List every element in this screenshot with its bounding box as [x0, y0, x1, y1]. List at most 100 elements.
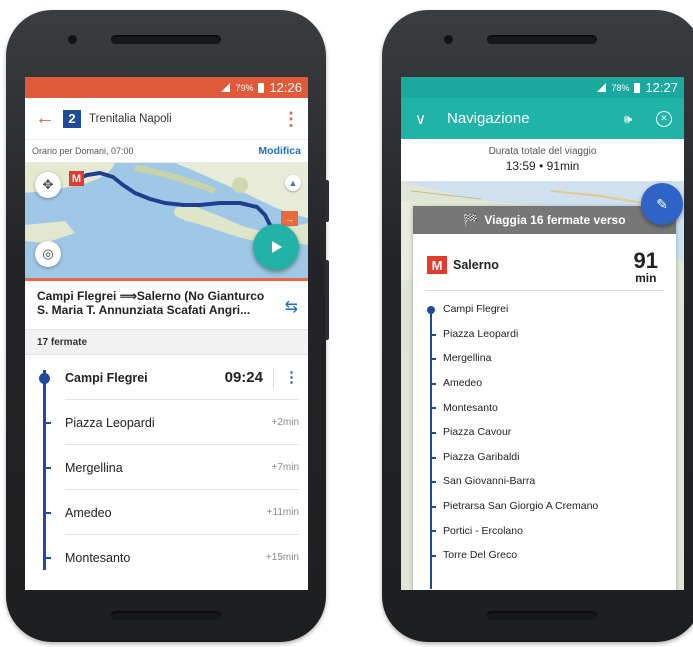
- remaining-minutes: 91 min: [633, 248, 658, 285]
- destination-name: Salerno: [453, 258, 499, 272]
- more-vert-icon[interactable]: ⋮: [284, 370, 299, 385]
- stop-name: Amedeo: [65, 505, 112, 520]
- stop-name: Piazza Leopardi: [65, 415, 155, 430]
- stop-name: San Giovanni-Barra: [443, 475, 536, 488]
- stop-offset: +11min: [266, 507, 299, 518]
- stop-tick: [45, 512, 51, 514]
- stop-tick: [431, 456, 436, 459]
- checkered-flag-icon: 🏁: [463, 213, 479, 227]
- departure-time: 09:24: [224, 369, 263, 386]
- stop-name: Portici - Ercolano: [443, 524, 523, 537]
- list-item: Piazza Cavour: [413, 420, 676, 445]
- stop-tick: [431, 431, 436, 434]
- status-time: 12:27: [645, 80, 678, 95]
- list-item: Montesanto: [413, 395, 676, 420]
- stops-count: 17 fermate: [25, 330, 308, 355]
- phone-right: 78% 12:27 ∨ Navigazione 🕪 ✕ Durata total…: [382, 10, 693, 642]
- stop-name: Montesanto: [65, 550, 131, 565]
- stop-name: Mergellina: [65, 460, 123, 475]
- trip-duration-label: Durata totale del viaggio: [488, 146, 597, 157]
- list-item[interactable]: Mergellina +7min: [25, 445, 308, 490]
- close-icon[interactable]: ✕: [656, 110, 672, 127]
- stop-name: Torre Del Greco: [443, 549, 518, 562]
- earpiece-speaker: [111, 35, 221, 44]
- navigation-map[interactable]: 🏁 Viaggia 16 fermate verso M Salerno 91 …: [401, 181, 684, 590]
- stop-tick: [431, 333, 436, 336]
- list-item: Pietrarsa San Giorgio A Cremano: [413, 494, 676, 519]
- my-location-icon[interactable]: ◎: [35, 241, 61, 267]
- battery-percent: 78%: [611, 82, 630, 93]
- route-summary: Campi Flegrei ⟹Salerno (No Gianturco S. …: [25, 281, 308, 330]
- pencil-icon: ✎: [656, 195, 668, 212]
- route-title: Campi Flegrei ⟹Salerno (No Gianturco S. …: [37, 289, 265, 317]
- edit-button[interactable]: ✎: [641, 183, 683, 225]
- schedule-text: Orario per Domani, 07:00: [32, 146, 134, 156]
- card-header-text: Viaggia 16 fermate verso: [484, 213, 626, 227]
- swap-direction-icon[interactable]: ⇆: [285, 297, 298, 317]
- trip-duration-value: 13:59 • 91min: [505, 159, 580, 173]
- stop-tick: [45, 557, 51, 559]
- stop-name: Campi Flegrei: [443, 303, 509, 316]
- list-item[interactable]: Amedeo +11min: [25, 490, 308, 535]
- stop-tick: [431, 554, 436, 557]
- bottom-speaker: [111, 611, 221, 620]
- power-button: [325, 180, 329, 222]
- stop-tick: [431, 530, 436, 533]
- stop-offset: +15min: [265, 552, 299, 563]
- compass-icon[interactable]: ▲: [285, 175, 301, 191]
- back-arrow-icon[interactable]: ←: [35, 107, 63, 130]
- stop-name: Mergellina: [443, 352, 492, 365]
- list-item[interactable]: Piazza Leopardi +2min: [25, 400, 308, 445]
- edit-schedule-link[interactable]: Modifica: [258, 145, 301, 157]
- stop-tick: [431, 407, 436, 410]
- play-icon: [272, 241, 282, 253]
- more-vert-icon[interactable]: ⋮: [282, 110, 300, 128]
- list-item: San Giovanni-Barra: [413, 469, 676, 494]
- list-item: Piazza Leopardi: [413, 322, 676, 347]
- stop-name: Montesanto: [443, 401, 498, 414]
- chevron-down-icon[interactable]: ∨: [415, 110, 447, 128]
- status-bar: 79% 12:26: [25, 77, 308, 98]
- list-item[interactable]: Montesanto +15min: [25, 535, 308, 580]
- app-bar: ← 2 Trenitalia Napoli ⋮: [25, 98, 308, 140]
- stop-name: Pietrarsa San Giorgio A Cremano: [443, 500, 599, 513]
- stop-tick: [431, 358, 436, 361]
- line-name: Trenitalia Napoli: [89, 112, 172, 125]
- stop-name: Campi Flegrei: [65, 370, 148, 385]
- screen-route-detail: 79% 12:26 ← 2 Trenitalia Napoli ⋮ Orario…: [25, 77, 308, 590]
- stop-offset: +2min: [271, 417, 299, 428]
- route-map[interactable]: M → ✥ ▲ ◎: [25, 163, 308, 278]
- stop-tick: [431, 382, 436, 385]
- first-stop-dot: [39, 373, 50, 384]
- trip-duration: Durata totale del viaggio 13:59 • 91min: [401, 139, 684, 181]
- signal-icon: [221, 83, 231, 92]
- battery-icon: [258, 82, 265, 93]
- stop-name: Piazza Leopardi: [443, 327, 519, 340]
- battery-icon: [634, 82, 641, 93]
- voice-announce-icon[interactable]: 🕪: [624, 111, 632, 127]
- divider: [273, 367, 274, 388]
- route-end-icon: →: [281, 211, 298, 226]
- stop-offset: +7min: [271, 462, 299, 473]
- line-number-badge: 2: [63, 109, 81, 128]
- start-navigation-button[interactable]: [253, 224, 299, 270]
- list-item-first-stop[interactable]: Campi Flegrei 09:24 ⋮: [25, 355, 308, 400]
- first-stop-dot: [427, 306, 435, 314]
- fullscreen-icon[interactable]: ✥: [35, 172, 61, 198]
- metro-icon: M: [427, 256, 447, 274]
- metro-start-icon: M: [69, 171, 84, 186]
- remaining-minutes-unit: min: [635, 271, 657, 285]
- card-header: 🏁 Viaggia 16 fermate verso: [413, 206, 676, 234]
- stop-tick: [45, 422, 51, 424]
- remaining-minutes-value: 91: [633, 248, 658, 273]
- list-item: Campi Flegrei: [413, 297, 676, 322]
- stop-tick: [431, 481, 436, 484]
- volume-button: [325, 260, 329, 340]
- bottom-speaker: [487, 611, 597, 620]
- status-bar: 78% 12:27: [401, 77, 684, 98]
- stop-tick: [45, 467, 51, 469]
- front-camera: [68, 35, 77, 44]
- list-item: Torre Del Greco: [413, 543, 676, 568]
- list-item: Piazza Garibaldi: [413, 445, 676, 470]
- screen-navigation: 78% 12:27 ∨ Navigazione 🕪 ✕ Durata total…: [401, 77, 684, 590]
